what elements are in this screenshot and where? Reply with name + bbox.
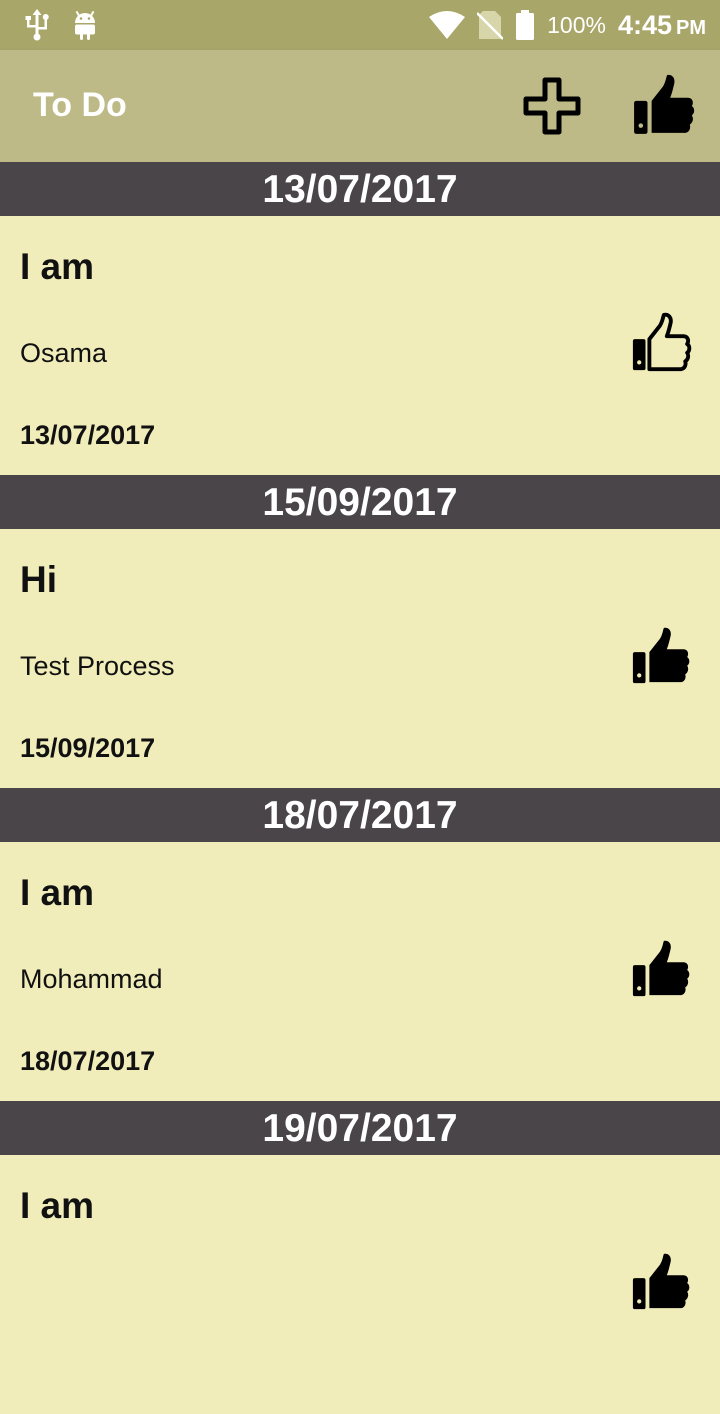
item-title: I am <box>20 1185 95 1226</box>
battery-icon <box>515 10 535 40</box>
thumbs-up-icon <box>630 1251 692 1313</box>
item-subtitle: Osama <box>20 338 108 368</box>
list-item[interactable]: I am Mohammad 18/07/2017 <box>0 842 720 1101</box>
date-header: 15/09/2017 <box>0 475 720 529</box>
list-item[interactable]: Hi Test Process 15/09/2017 <box>0 529 720 788</box>
usb-icon <box>24 9 50 41</box>
date-header: 13/07/2017 <box>0 162 720 216</box>
wifi-icon <box>429 11 466 39</box>
item-like-button[interactable] <box>630 1251 692 1313</box>
no-sim-icon <box>477 10 504 40</box>
android-icon <box>72 9 98 41</box>
item-like-button[interactable] <box>630 312 692 374</box>
item-title: Hi <box>20 559 57 600</box>
plus-icon <box>518 74 586 138</box>
thumbs-up-icon <box>628 72 700 138</box>
list-item[interactable]: I am <box>0 1155 720 1414</box>
todo-list: 13/07/2017 I am Osama 13/07/2017 15/09/2… <box>0 162 720 1414</box>
item-date: 18/07/2017 <box>20 1046 156 1076</box>
item-subtitle: Test Process <box>20 651 175 681</box>
item-title: I am <box>20 246 95 287</box>
add-button[interactable] <box>518 74 586 138</box>
status-left <box>24 8 98 42</box>
item-like-button[interactable] <box>630 625 692 687</box>
app-bar: To Do <box>0 50 720 162</box>
battery-percent: 100% <box>547 11 606 38</box>
item-subtitle: Mohammad <box>20 964 163 994</box>
thumbs-up-icon <box>630 625 692 687</box>
app-title: To Do <box>33 86 127 124</box>
status-right: 100% 4:45 PM <box>429 8 706 42</box>
item-date: 15/09/2017 <box>20 733 156 763</box>
clock-ampm: PM <box>676 16 706 39</box>
item-like-button[interactable] <box>630 938 692 1000</box>
clock: 4:45 PM <box>618 10 706 41</box>
thumbs-up-outline-icon <box>630 312 692 374</box>
item-date: 13/07/2017 <box>20 420 156 450</box>
like-button[interactable] <box>628 72 700 138</box>
clock-time: 4:45 <box>617 9 672 40</box>
status-bar: 100% 4:45 PM <box>0 0 720 50</box>
date-header: 19/07/2017 <box>0 1101 720 1155</box>
item-title: I am <box>20 872 95 913</box>
list-item[interactable]: I am Osama 13/07/2017 <box>0 216 720 475</box>
date-header: 18/07/2017 <box>0 788 720 842</box>
thumbs-up-icon <box>630 938 692 1000</box>
